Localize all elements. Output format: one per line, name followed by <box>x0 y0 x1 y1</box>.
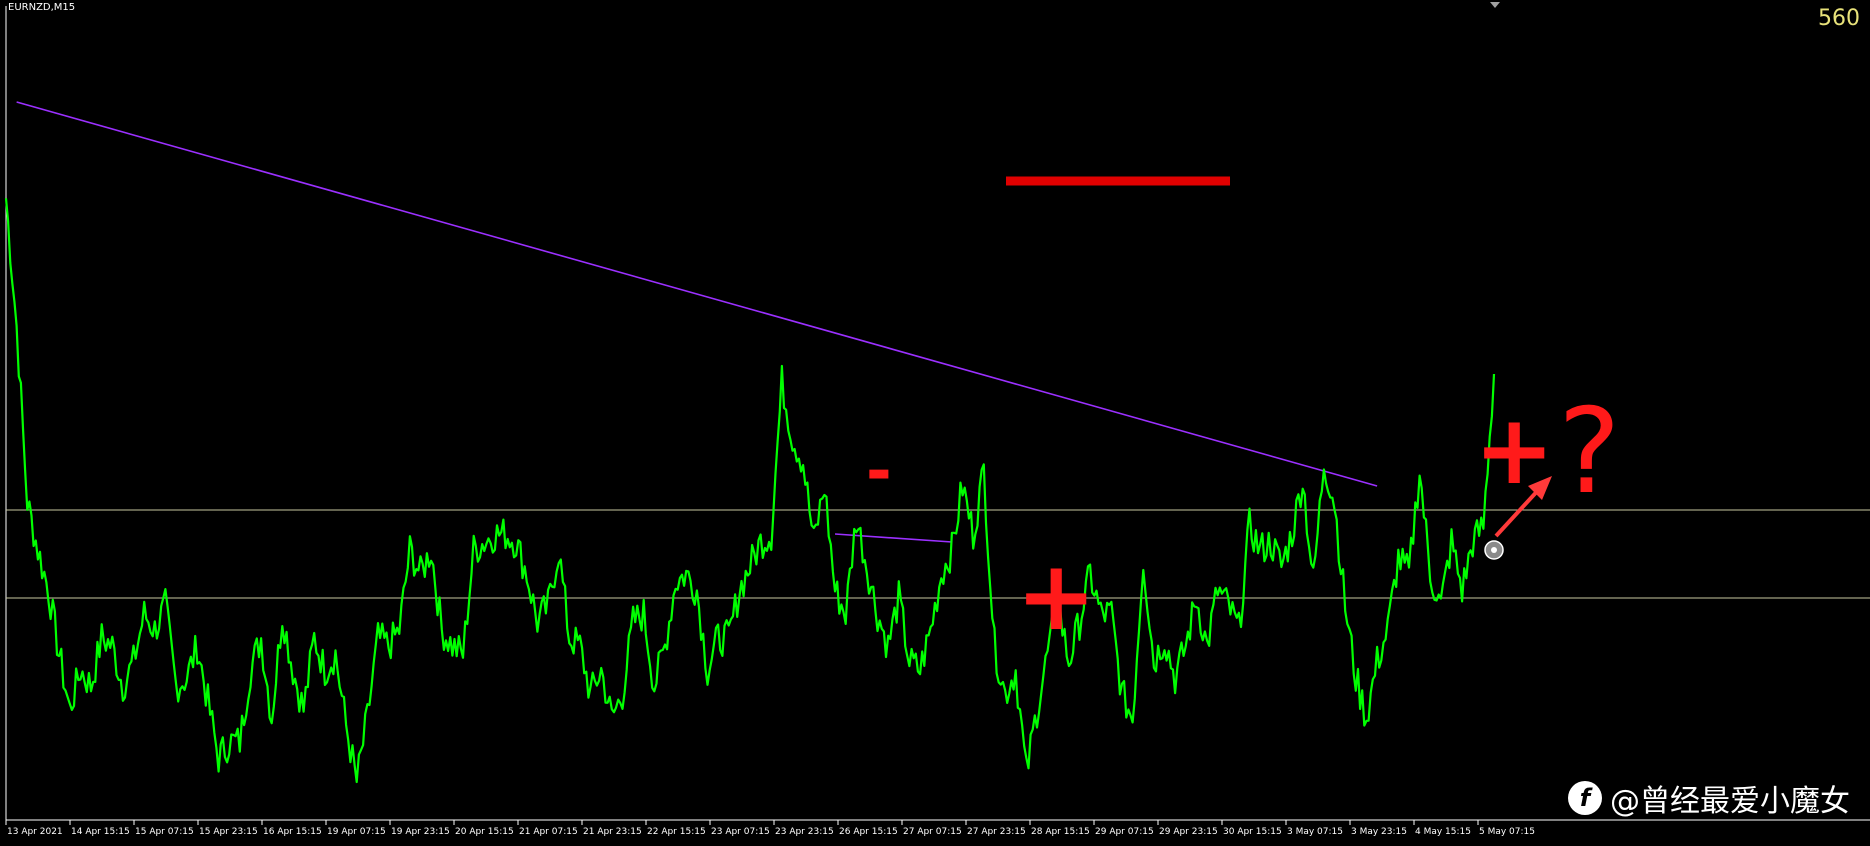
x-tick-label: 27 Apr 23:15 <box>967 827 1026 837</box>
x-tick-label: 29 Apr 23:15 <box>1159 827 1218 837</box>
symbol-timeframe-label: EURNZD,M15 <box>8 2 76 13</box>
annotation-plus-2: + <box>1474 394 1555 506</box>
x-tick-label: 20 Apr 15:15 <box>455 827 514 837</box>
x-tick-label: 19 Apr 07:15 <box>327 827 386 837</box>
annotation-question: ? <box>1558 382 1621 520</box>
annotation-plus-1: + <box>1016 540 1097 652</box>
x-tick-label: 22 Apr 15:15 <box>647 827 706 837</box>
x-tick-label: 23 Apr 07:15 <box>711 827 770 837</box>
x-tick-label: 23 Apr 23:15 <box>775 827 834 837</box>
x-tick-label: 26 Apr 15:15 <box>839 827 898 837</box>
watermark: f @曾经最爱小魔女 <box>1568 776 1850 820</box>
x-tick-label: 5 May 07:15 <box>1479 827 1535 837</box>
annotation-minus: - <box>866 434 892 507</box>
x-tick-label: 14 Apr 15:15 <box>71 827 130 837</box>
x-tick-label: 21 Apr 07:15 <box>519 827 578 837</box>
x-tick-label: 28 Apr 15:15 <box>1031 827 1090 837</box>
current-price-marker-icon[interactable] <box>1484 540 1504 560</box>
x-tick-label: 4 May 15:15 <box>1415 827 1471 837</box>
x-tick-label: 3 May 23:15 <box>1351 827 1407 837</box>
x-tick-label: 29 Apr 07:15 <box>1095 827 1154 837</box>
x-tick-label: 15 Apr 23:15 <box>199 827 258 837</box>
x-tick-label: 21 Apr 23:15 <box>583 827 642 837</box>
price-tag: 560 <box>1818 6 1860 31</box>
toutiao-logo-icon: f <box>1568 781 1602 815</box>
x-tick-label: 15 Apr 07:15 <box>135 827 194 837</box>
watermark-text: @曾经最爱小魔女 <box>1610 784 1850 819</box>
x-tick-label: 3 May 07:15 <box>1287 827 1343 837</box>
x-tick-label: 13 Apr 2021 <box>7 827 63 837</box>
x-tick-label: 30 Apr 15:15 <box>1223 827 1282 837</box>
x-tick-label: 27 Apr 07:15 <box>903 827 962 837</box>
x-tick-label: 19 Apr 23:15 <box>391 827 450 837</box>
x-tick-label: 16 Apr 15:15 <box>263 827 322 837</box>
